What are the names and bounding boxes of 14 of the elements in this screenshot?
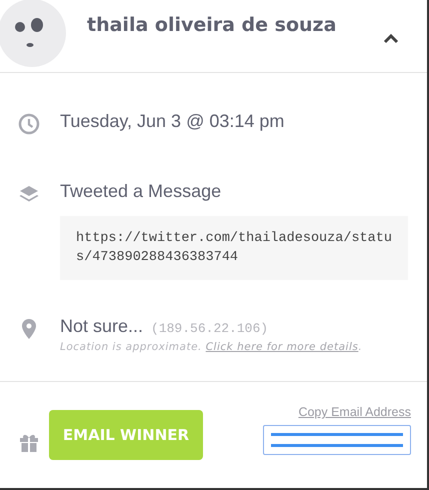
location-label: Not sure... xyxy=(60,316,144,337)
location-note: Location is approximate. Click here for more details. xyxy=(60,341,364,353)
user-name: thaila oliveira de souza xyxy=(87,14,338,36)
date-time: Tuesday, Jun 3 @ 03:14 pm xyxy=(60,111,286,132)
details-link[interactable]: Click here for more details xyxy=(206,341,358,353)
email-winner-button[interactable]: EMAIL WINNER xyxy=(49,410,203,460)
email-field[interactable] xyxy=(263,425,411,455)
tweet-url: https://twitter.com/thailadesouza/status/473890288436383744 xyxy=(60,216,408,280)
ip-address: (189.56.22.106) xyxy=(151,321,268,336)
clock-icon xyxy=(18,113,40,135)
copy-email-link[interactable]: Copy Email Address xyxy=(298,405,411,419)
action-label: Tweeted a Message xyxy=(60,181,222,202)
chevron-up-icon[interactable] xyxy=(383,32,399,44)
avatar xyxy=(0,0,67,68)
